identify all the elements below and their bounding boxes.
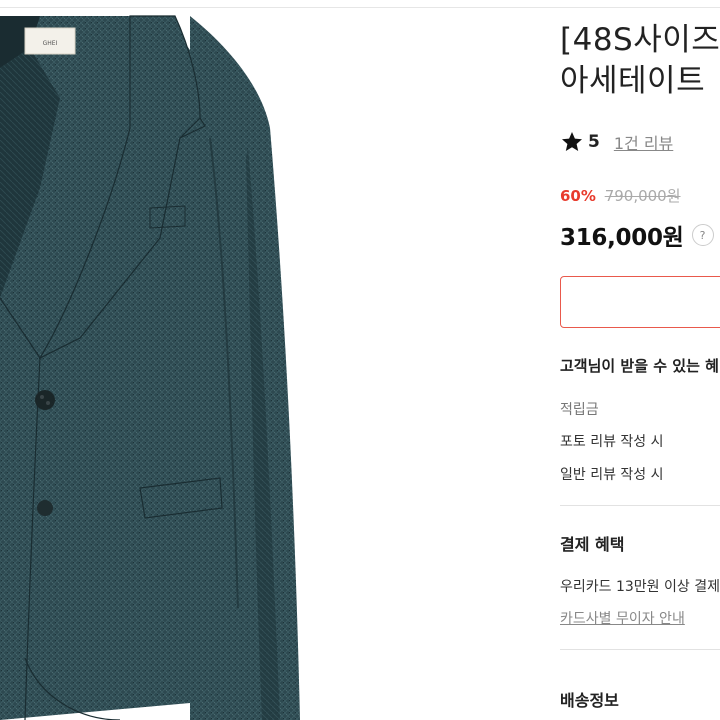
general-review-benefit: 일반 리뷰 작성 시 xyxy=(560,467,664,483)
product-title-line-1: [48S사이즈 xyxy=(560,22,720,58)
rating-score: 5 xyxy=(588,132,600,152)
shipping-info-heading: 배송정보 xyxy=(560,691,619,710)
original-price: 790,000원 xyxy=(604,187,681,205)
payment-benefits-heading: 결제 혜택 xyxy=(560,535,625,554)
photo-review-benefit: 포토 리뷰 작성 시 xyxy=(560,434,664,450)
product-title-line-2: 아세테이트 xyxy=(560,63,706,99)
section-divider xyxy=(560,649,720,650)
question-icon[interactable]: ? xyxy=(691,224,714,246)
coupon-button[interactable]: ↓ xyxy=(560,276,720,328)
points-label: 적립금 xyxy=(560,402,599,418)
jacket-illustration: GHEI xyxy=(0,8,300,720)
star-icon xyxy=(562,132,582,151)
price-original-row: 60% 790,000원 xyxy=(560,185,681,206)
sale-price-row: 316,000원 ? xyxy=(560,218,714,252)
brand-label-text: GHEI xyxy=(43,40,58,47)
sale-price: 316,000원 xyxy=(560,225,684,251)
benefits-heading: 고객님이 받을 수 있는 혜 xyxy=(560,357,719,375)
product-image[interactable]: GHEI xyxy=(0,8,300,720)
card-offer-text: 우리카드 13만원 이상 결제 xyxy=(560,579,720,595)
card-installment-link[interactable]: 카드사별 무이자 안내 xyxy=(560,608,685,628)
discount-rate: 60% xyxy=(560,187,596,205)
rating-row: 5 1건 리뷰 xyxy=(560,130,673,154)
review-count-link[interactable]: 1건 리뷰 xyxy=(614,130,673,154)
section-divider xyxy=(560,505,720,506)
product-info-panel: [48S사이즈 아세테이트 5 1건 리뷰 60% 790,000원 316,0… xyxy=(560,0,720,720)
